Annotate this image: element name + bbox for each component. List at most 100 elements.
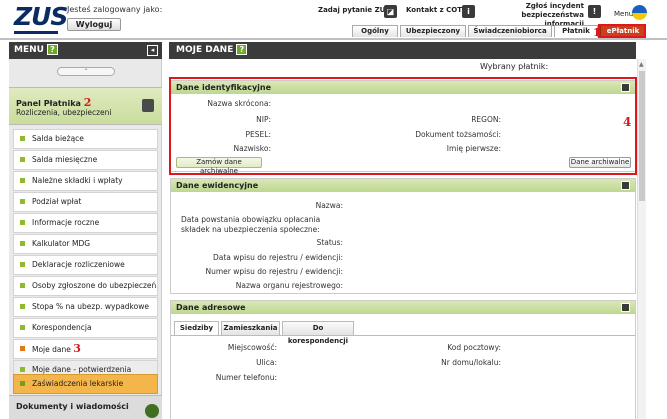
collapse-menu-icon[interactable]: ◂: [147, 45, 158, 56]
sidebar-item-label: Korespondencja: [32, 323, 92, 332]
bullet-icon: [20, 157, 25, 162]
annotation-box-eplatnik: [598, 24, 646, 38]
bullet-icon: [20, 241, 25, 246]
logged-in-label: Jesteś zalogowany jako:: [67, 5, 163, 14]
sidebar-item-informacje-roczne[interactable]: Informacje roczne: [13, 213, 158, 233]
collapse-section-icon[interactable]: [621, 303, 630, 312]
logout-button[interactable]: Wyloguj: [67, 18, 121, 31]
header-divider: [0, 38, 667, 40]
documents-title: Dokumenty i wiadomości: [16, 402, 129, 411]
tab-divider: [171, 335, 635, 336]
sidebar: ⌃ Panel Płatnika 2 Rozliczenia, ubezpiec…: [9, 59, 162, 419]
tab-ubezpieczony[interactable]: Ubezpieczony: [400, 25, 466, 37]
section-title: Dane ewidencyjne: [176, 181, 259, 190]
selected-payer-label: Wybrany płatnik:: [480, 62, 549, 71]
tab-ogolny[interactable]: Ogólny: [352, 25, 398, 37]
bullet-icon: [20, 325, 25, 330]
label-kod-pocztowy: Kod pocztowy:: [447, 343, 501, 352]
tab-siedziby[interactable]: Siedziby: [174, 321, 219, 336]
zus-logo[interactable]: ZUS: [14, 2, 68, 31]
panel-platnika[interactable]: Panel Płatnika 2 Rozliczenia, ubezpiecze…: [9, 87, 162, 125]
logo-underline: [14, 31, 58, 34]
sidebar-item-label: Należne składki i wpłaty: [32, 176, 123, 185]
label-numer-wpisu: Numer wpisu do rejestru / ewidencji:: [205, 267, 344, 276]
bullet-icon: [20, 283, 25, 288]
bullet-icon: [20, 178, 25, 183]
bullet-icon: [20, 262, 25, 267]
section-title: Dane adresowe: [176, 303, 246, 312]
page-title: MOJE DANE: [176, 45, 234, 55]
menu-scroll-handle[interactable]: ⌃: [57, 67, 115, 76]
sidebar-item-salda-miesieczne[interactable]: Salda miesięczne: [13, 150, 158, 170]
documents-badge-icon: [145, 404, 159, 418]
contact-cot-link[interactable]: Kontakt z COT: [406, 6, 462, 14]
sidebar-item-label: Moje dane - potwierdzenia: [32, 365, 132, 374]
section-address: Dane adresowe Siedziby Zamieszkania Do k…: [170, 300, 636, 419]
sidebar-item-moje-dane[interactable]: Moje dane 3: [13, 339, 158, 359]
scrollbar-thumb[interactable]: [639, 71, 645, 201]
sidebar-item-label: Moje dane: [32, 345, 71, 354]
label-data-wpisu: Data wpisu do rejestru / ewidencji:: [212, 253, 343, 262]
sidebar-item-label: Kalkulator MDG: [32, 239, 91, 248]
tab-zamieszkania[interactable]: Zamieszkania: [221, 321, 280, 335]
tab-do-korespondencji[interactable]: Do korespondencji: [282, 321, 354, 345]
section-header: Dane ewidencyjne: [171, 179, 635, 192]
label-ulica: Ulica:: [256, 358, 277, 367]
label-organ: Nazwa organu rejestrowego:: [235, 281, 343, 290]
annotation-3: 3: [73, 342, 81, 355]
sidebar-item-zaswiadczenia[interactable]: Zaświadczenia lekarskie: [13, 374, 158, 394]
sidebar-item-salda-biezace[interactable]: Salda bieżące: [13, 129, 158, 149]
label-telefon: Numer telefonu:: [215, 373, 277, 382]
bullet-icon: [20, 220, 25, 225]
scroll-up-icon[interactable]: ▲: [639, 61, 644, 68]
sidebar-item-label: Osoby zgłoszone do ubezpieczeń: [32, 281, 157, 290]
help-icon[interactable]: ?: [236, 44, 248, 55]
menu-title: MENU: [14, 45, 44, 55]
tab-platnik[interactable]: Płatnik: [554, 25, 598, 37]
tab-swiadczeniobiorca[interactable]: Świadczeniobiorca: [468, 25, 552, 37]
sidebar-item-osoby-zgloszone[interactable]: Osoby zgłoszone do ubezpieczeń: [13, 276, 158, 296]
section-header: Dane adresowe: [171, 301, 635, 314]
ukraine-flag-icon[interactable]: [632, 5, 647, 20]
bullet-icon: [20, 381, 25, 386]
bullet-icon: [20, 346, 25, 351]
panel-icon: [142, 99, 154, 112]
sidebar-item-label: Deklaracje rozliczeniowe: [32, 260, 125, 269]
sidebar-item-label: Podział wpłat: [32, 197, 82, 206]
label-nr-domu: Nr domu/lokalu:: [441, 358, 501, 367]
sidebar-item-label: Salda bieżące: [32, 134, 84, 143]
top-header: ZUS Jesteś zalogowany jako: Wyloguj Zada…: [0, 0, 667, 40]
help-icon[interactable]: ?: [46, 44, 58, 55]
language-label[interactable]: Menu: [614, 10, 633, 18]
sidebar-item-podzial-wplat[interactable]: Podział wpłat: [13, 192, 158, 212]
main-header: MOJE DANE?: [169, 42, 636, 59]
sidebar-item-label: Stopa % na ubezp. wypadkowe: [32, 302, 149, 311]
annotation-box-identification: [169, 77, 637, 175]
panel-subtitle: Rozliczenia, ubezpieczeni: [16, 108, 112, 117]
bullet-icon: [20, 136, 25, 141]
bullet-icon: [20, 199, 25, 204]
sidebar-item-korespondencja[interactable]: Korespondencja: [13, 318, 158, 338]
chat-icon[interactable]: ◪: [384, 5, 397, 18]
alert-icon[interactable]: !: [588, 5, 601, 18]
label-nazwa: Nazwa:: [315, 201, 343, 210]
bullet-icon: [20, 367, 25, 372]
sidebar-item-label: Informacje roczne: [32, 218, 100, 227]
bullet-icon: [20, 304, 25, 309]
section-registration: Dane ewidencyjne Nazwa: Data powstania o…: [170, 178, 636, 294]
sidebar-item-deklaracje[interactable]: Deklaracje rozliczeniowe: [13, 255, 158, 275]
sidebar-item-kalkulator-mdg[interactable]: Kalkulator MDG: [13, 234, 158, 254]
sidebar-item-label: Salda miesięczne: [32, 155, 98, 164]
documents-section[interactable]: Dokumenty i wiadomości: [9, 395, 162, 419]
collapse-section-icon[interactable]: [621, 181, 630, 190]
label-data-powstania: Data powstania obowiązku opłacania skład…: [181, 215, 321, 234]
label-status: Status:: [316, 238, 343, 247]
sidebar-item-stopa-wypadkowe[interactable]: Stopa % na ubezp. wypadkowe: [13, 297, 158, 317]
menu-header: MENU? ◂: [9, 42, 162, 59]
panel-title: Panel Płatnika: [16, 99, 81, 108]
main-scrollbar[interactable]: ▲: [637, 59, 646, 419]
info-icon[interactable]: i: [462, 5, 475, 18]
label-miejscowosc: Miejscowość:: [227, 343, 277, 352]
ask-zus-link[interactable]: Zadaj pytanie ZUS: [318, 6, 390, 14]
sidebar-item-nalezne-skladki[interactable]: Należne składki i wpłaty: [13, 171, 158, 191]
